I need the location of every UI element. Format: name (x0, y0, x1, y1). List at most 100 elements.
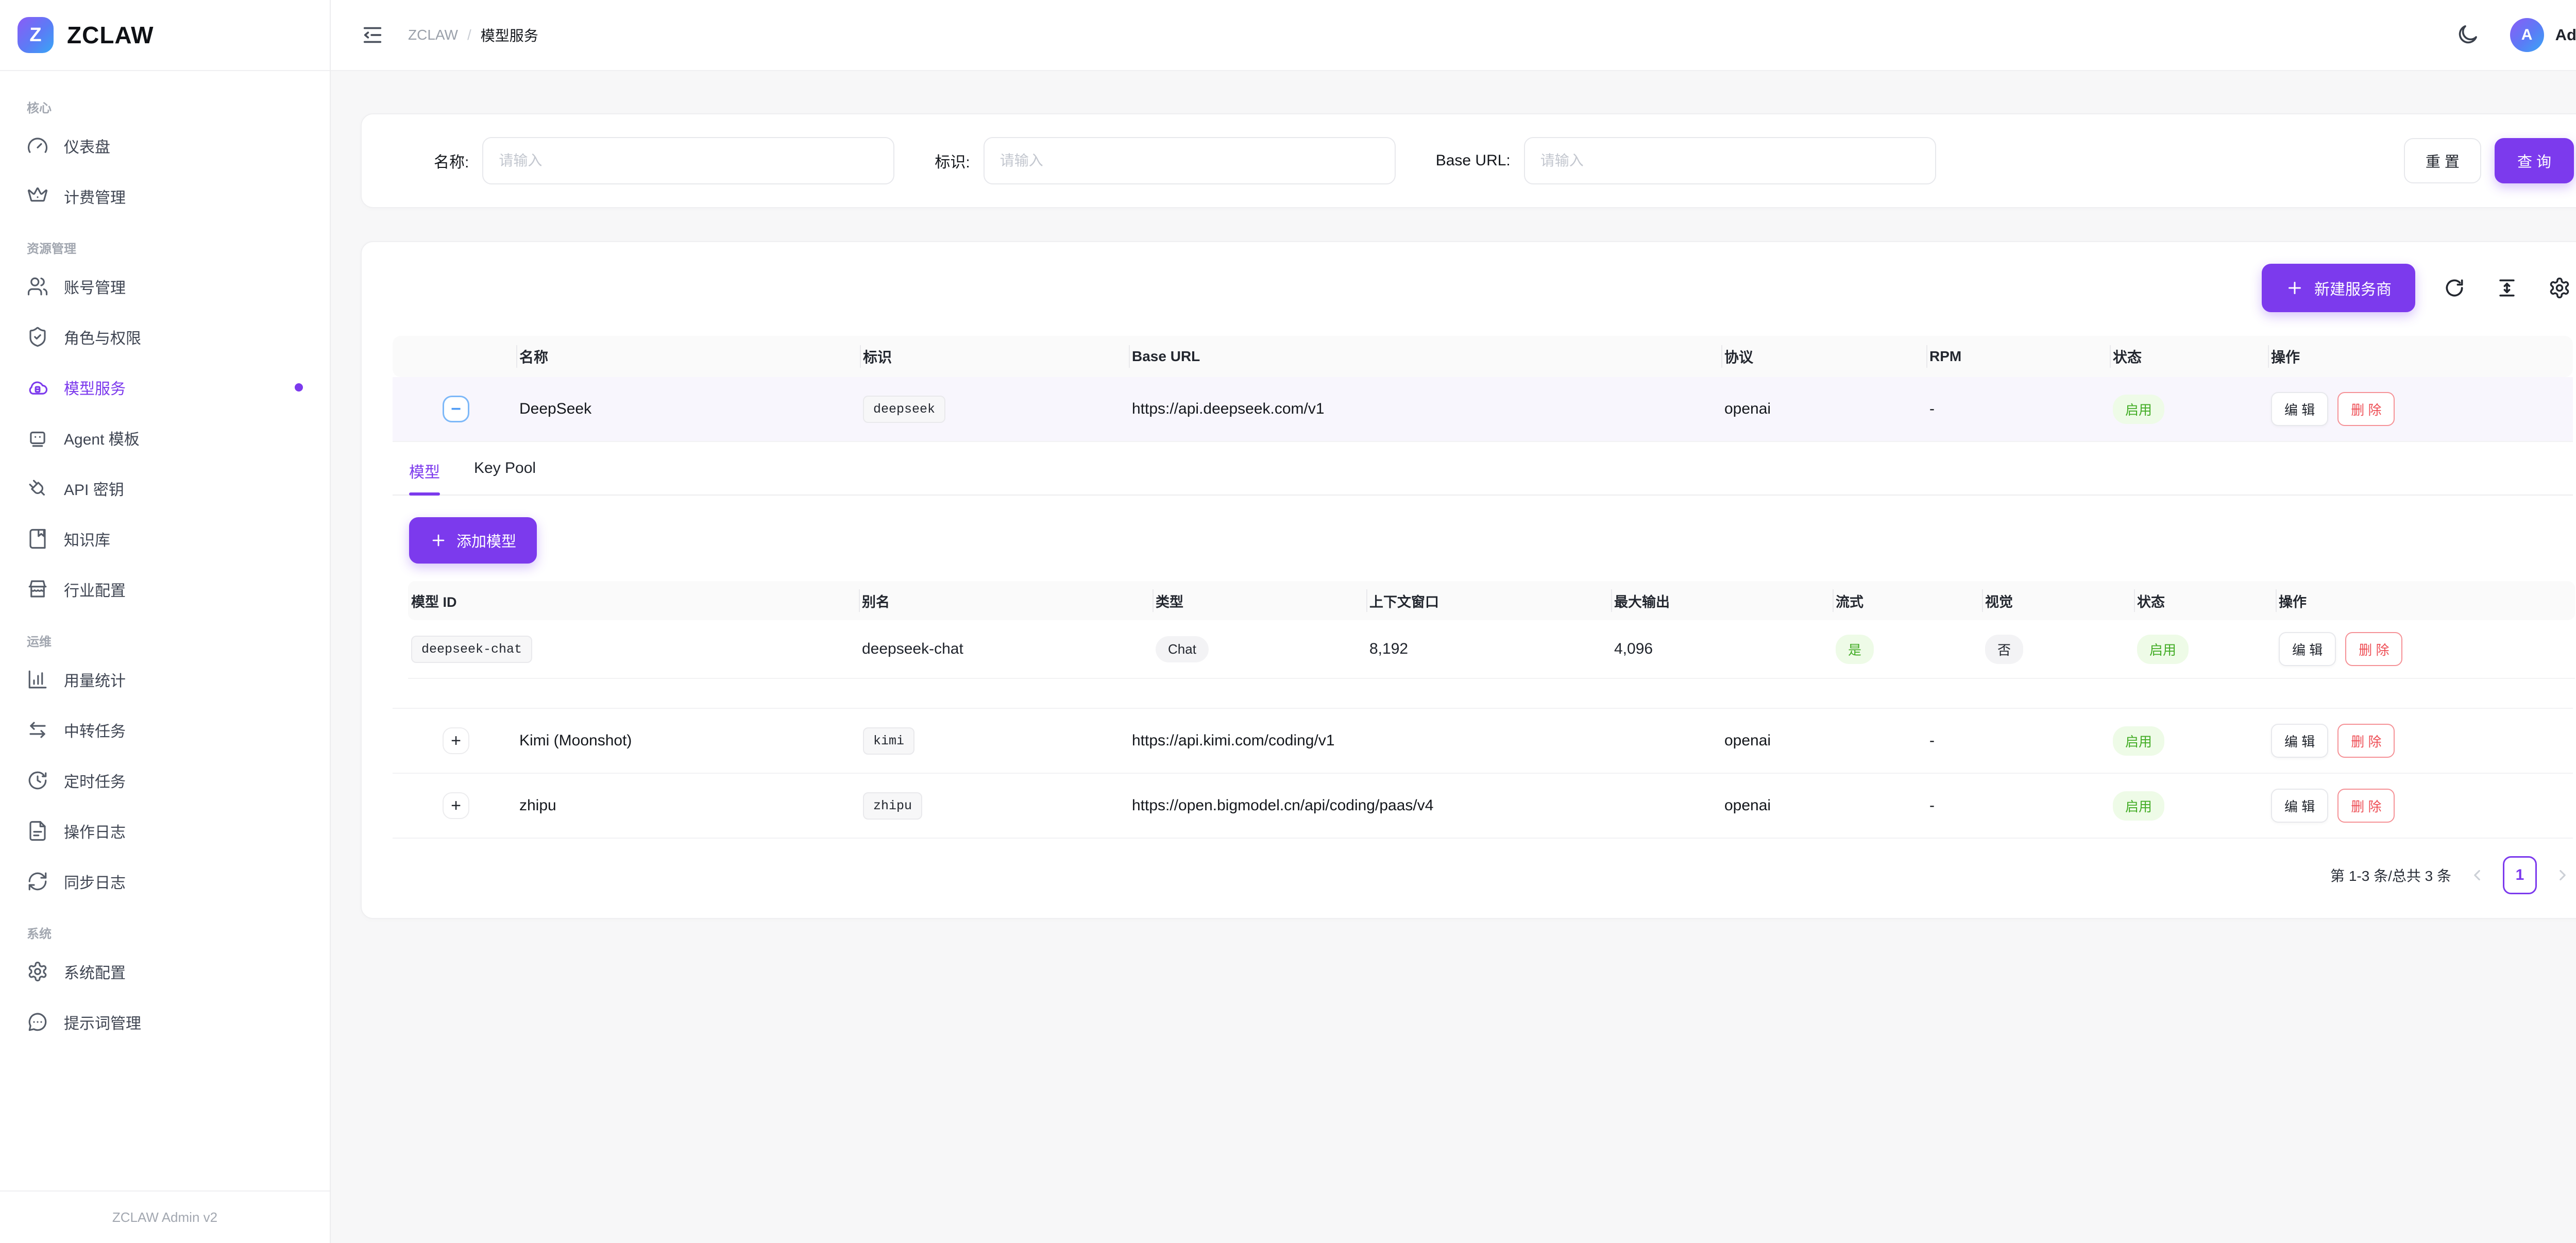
sidebar-item-scheduled-tasks[interactable]: 定时任务 (13, 759, 316, 802)
user-name: Admin (2555, 26, 2576, 44)
bot-icon (27, 427, 48, 449)
model-alias: deepseek-chat (859, 640, 1153, 658)
moon-icon[interactable] (2455, 22, 2481, 48)
sidebar-item-industry-config[interactable]: 行业配置 (13, 568, 316, 611)
users-icon (27, 276, 48, 297)
provider-rpm: - (1926, 400, 2110, 418)
models-table: 模型 ID 别名 类型 上下文窗口 最大输出 流式 视觉 状态 操作 deeps… (408, 581, 2575, 679)
providers-card: 新建服务商 名称 标识 Base URL 协议 RPM (361, 241, 2576, 919)
sidebar-item-label: 系统配置 (64, 960, 126, 983)
base-url-filter-label: Base URL: (1436, 152, 1511, 169)
sidebar-item-billing[interactable]: 计费管理 (13, 175, 316, 218)
sidebar-item-label: 中转任务 (64, 719, 126, 741)
nav-section-ops: 运维 (13, 618, 316, 658)
panel-spacer (393, 679, 2573, 708)
provider-protocol: openai (1721, 732, 1926, 750)
col-type: 类型 (1153, 581, 1366, 620)
tab-key-pool[interactable]: Key Pool (474, 459, 536, 495)
breadcrumb: ZCLAW / 模型服务 (408, 25, 538, 45)
cloud-server-icon (27, 377, 48, 398)
provider-base-url: https://api.kimi.com/coding/v1 (1129, 732, 1721, 750)
sidebar-item-label: 行业配置 (64, 578, 126, 601)
file-text-icon (27, 820, 48, 842)
column-height-icon[interactable] (2496, 276, 2520, 300)
filter-card: 名称: 标识: Base URL: 重 置 查 询 (361, 113, 2576, 208)
swap-icon (27, 719, 48, 741)
sidebar-item-label: Agent 模板 (64, 427, 140, 449)
sidebar-item-system-config[interactable]: 系统配置 (13, 950, 316, 993)
edit-button[interactable]: 编 辑 (2271, 392, 2328, 426)
sidebar-item-label: 知识库 (64, 527, 110, 550)
user-menu[interactable]: A Admin (2510, 18, 2576, 52)
provider-slug-tag: kimi (863, 727, 914, 755)
sidebar-item-usage-stats[interactable]: 用量统计 (13, 658, 316, 701)
brand-logo-icon: Z (18, 17, 54, 53)
sidebar-item-api-keys[interactable]: API 密钥 (13, 467, 316, 510)
delete-button[interactable]: 删 除 (2337, 789, 2395, 823)
providers-table-header: 名称 标识 Base URL 协议 RPM 状态 操作 (393, 336, 2573, 377)
brand[interactable]: Z ZCLAW (0, 0, 330, 71)
avatar: A (2510, 18, 2544, 52)
active-dot (295, 383, 303, 391)
tab-models[interactable]: 模型 (409, 459, 440, 495)
reset-button[interactable]: 重 置 (2404, 138, 2481, 183)
menu-fold-icon[interactable] (361, 21, 389, 49)
sidebar-nav: 核心 仪表盘 计费管理 资源管理 账号管理 角色与权限 (0, 71, 330, 1190)
sidebar-item-model-services[interactable]: 模型服务 (13, 366, 316, 409)
chevron-left-icon[interactable] (2467, 865, 2487, 886)
status-badge: 启用 (2113, 395, 2164, 424)
main-area: ZCLAW / 模型服务 A Admin 名称: 标识: (331, 0, 2576, 1243)
delete-button[interactable]: 删 除 (2345, 632, 2402, 666)
delete-button[interactable]: 删 除 (2337, 724, 2395, 758)
sidebar-item-sync-logs[interactable]: 同步日志 (13, 860, 316, 903)
table-settings-gear-icon[interactable] (2548, 276, 2573, 300)
slug-filter-input[interactable] (984, 137, 1396, 184)
edit-button[interactable]: 编 辑 (2271, 724, 2328, 758)
nav-section-system: 系统 (13, 910, 316, 950)
delete-button[interactable]: 删 除 (2337, 392, 2395, 426)
collapse-row-button[interactable]: − (443, 396, 469, 422)
app-version: ZCLAW Admin v2 (112, 1210, 217, 1225)
refresh-icon[interactable] (2443, 276, 2468, 300)
page-number-button[interactable]: 1 (2503, 856, 2537, 894)
status-badge: 启用 (2113, 791, 2164, 821)
expand-row-button[interactable]: + (443, 792, 469, 819)
plus-icon (2285, 279, 2304, 297)
base-url-filter-input[interactable] (1524, 137, 1936, 184)
name-filter-label: 名称: (434, 149, 469, 172)
sidebar-item-prompt-management[interactable]: 提示词管理 (13, 1000, 316, 1044)
expand-row-button[interactable]: + (443, 727, 469, 754)
chevron-right-icon[interactable] (2552, 865, 2573, 886)
edit-button[interactable]: 编 辑 (2279, 632, 2336, 666)
avatar-letter: A (2521, 26, 2533, 44)
add-model-button[interactable]: 添加模型 (409, 517, 537, 564)
sidebar-item-operation-logs[interactable]: 操作日志 (13, 809, 316, 853)
sidebar-item-accounts[interactable]: 账号管理 (13, 265, 316, 308)
model-context: 8,192 (1366, 640, 1611, 658)
search-button[interactable]: 查 询 (2495, 138, 2574, 183)
sidebar-item-agent-templates[interactable]: Agent 模板 (13, 416, 316, 459)
sync-icon (27, 871, 48, 892)
provider-name: Kimi (Moonshot) (516, 732, 860, 750)
add-model-label: 添加模型 (456, 530, 516, 551)
provider-slug-tag: deepseek (863, 396, 945, 423)
sidebar-item-label: 模型服务 (64, 376, 126, 399)
topbar: ZCLAW / 模型服务 A Admin (331, 0, 2576, 71)
sidebar-item-label: 仪表盘 (64, 134, 110, 157)
create-provider-button[interactable]: 新建服务商 (2262, 264, 2415, 312)
name-filter-input[interactable] (482, 137, 894, 184)
breadcrumb-root[interactable]: ZCLAW (408, 27, 458, 43)
sidebar-item-dashboard[interactable]: 仪表盘 (13, 124, 316, 167)
edit-button[interactable]: 编 辑 (2271, 789, 2328, 823)
sidebar-item-roles[interactable]: 角色与权限 (13, 315, 316, 359)
col-model-actions: 操作 (2276, 581, 2575, 620)
slug-filter-label: 标识: (935, 149, 970, 172)
sidebar-item-label: 账号管理 (64, 275, 126, 298)
plug-icon (27, 478, 48, 499)
pagination: 第 1-3 条/总共 3 条 1 (393, 856, 2573, 894)
col-base-url: Base URL (1129, 336, 1721, 377)
col-slug: 标识 (860, 336, 1129, 377)
sidebar-item-relay-tasks[interactable]: 中转任务 (13, 708, 316, 752)
model-type-badge: Chat (1156, 636, 1209, 662)
sidebar-item-knowledge-base[interactable]: 知识库 (13, 517, 316, 560)
